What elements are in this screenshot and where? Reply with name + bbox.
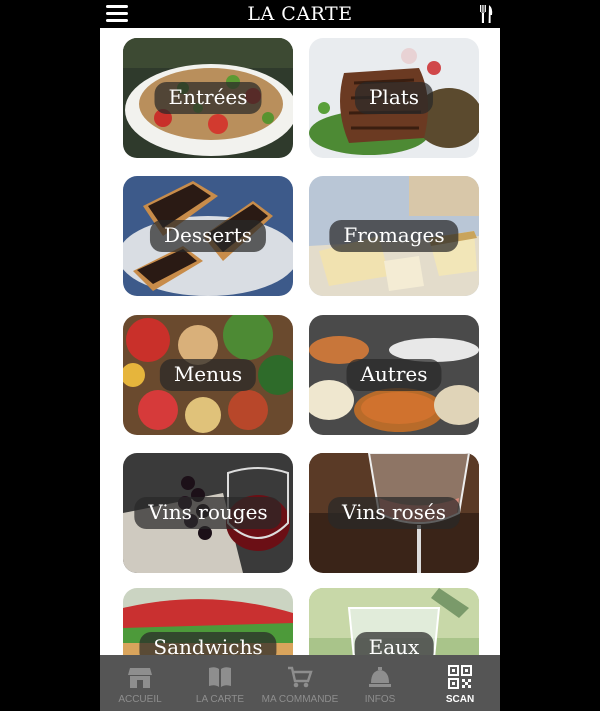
store-icon xyxy=(128,668,152,688)
category-label: Fromages xyxy=(329,220,459,252)
top-bar: LA CARTE xyxy=(100,0,500,28)
category-tile-sandwichs[interactable]: Sandwichs xyxy=(123,588,293,655)
category-tile-desserts[interactable]: Desserts xyxy=(123,176,293,296)
category-label: Entrées xyxy=(154,82,262,114)
category-tile-plats[interactable]: Plats xyxy=(309,38,479,158)
page-title: LA CARTE xyxy=(247,3,353,25)
category-grid: Entrées Plats Desserts Fromages Menus Au… xyxy=(100,28,500,655)
category-tile-autres[interactable]: Autres xyxy=(309,315,479,435)
category-tile-fromages[interactable]: Fromages xyxy=(309,176,479,296)
category-label: Vins rosés xyxy=(328,497,460,529)
category-tile-entrees[interactable]: Entrées xyxy=(123,38,293,158)
nav-infos[interactable]: INFOS xyxy=(340,664,420,711)
nav-label: MA COMMANDE xyxy=(261,694,339,705)
category-label: Autres xyxy=(346,359,442,391)
category-tile-vins-roses[interactable]: Vins rosés xyxy=(309,453,479,573)
nav-accueil[interactable]: ACCUEIL xyxy=(100,664,180,711)
nav-label: INFOS xyxy=(364,694,396,705)
category-tile-vins-rouges[interactable]: Vins rouges xyxy=(123,453,293,573)
nav-la-carte[interactable]: LA CARTE xyxy=(180,664,260,711)
hamburger-menu-icon[interactable] xyxy=(106,5,128,22)
bottom-nav: ACCUEIL LA CARTE MA COMMANDE INFOS SCAN xyxy=(100,655,500,711)
category-label: Plats xyxy=(354,82,434,114)
bell-icon xyxy=(369,667,391,687)
category-tile-menus[interactable]: Menus xyxy=(123,315,293,435)
nav-label: ACCUEIL xyxy=(118,694,162,705)
nav-scan[interactable]: SCAN xyxy=(420,664,500,711)
nav-ma-commande[interactable]: MA COMMANDE xyxy=(260,664,340,711)
category-label: Eaux xyxy=(354,632,434,655)
fork-knife-icon[interactable] xyxy=(478,4,494,24)
nav-label: LA CARTE xyxy=(195,694,245,705)
book-icon xyxy=(209,667,231,687)
app-screen: LA CARTE Entrées Plats Desserts Fromages… xyxy=(100,0,500,711)
category-label: Vins rouges xyxy=(134,497,282,529)
category-tile-eaux[interactable]: Eaux xyxy=(309,588,479,655)
category-label: Sandwichs xyxy=(139,632,277,655)
nav-label: SCAN xyxy=(445,694,475,705)
category-label: Menus xyxy=(159,359,257,391)
cart-icon xyxy=(288,666,313,688)
qr-code-icon xyxy=(448,665,472,689)
category-label: Desserts xyxy=(149,220,267,252)
